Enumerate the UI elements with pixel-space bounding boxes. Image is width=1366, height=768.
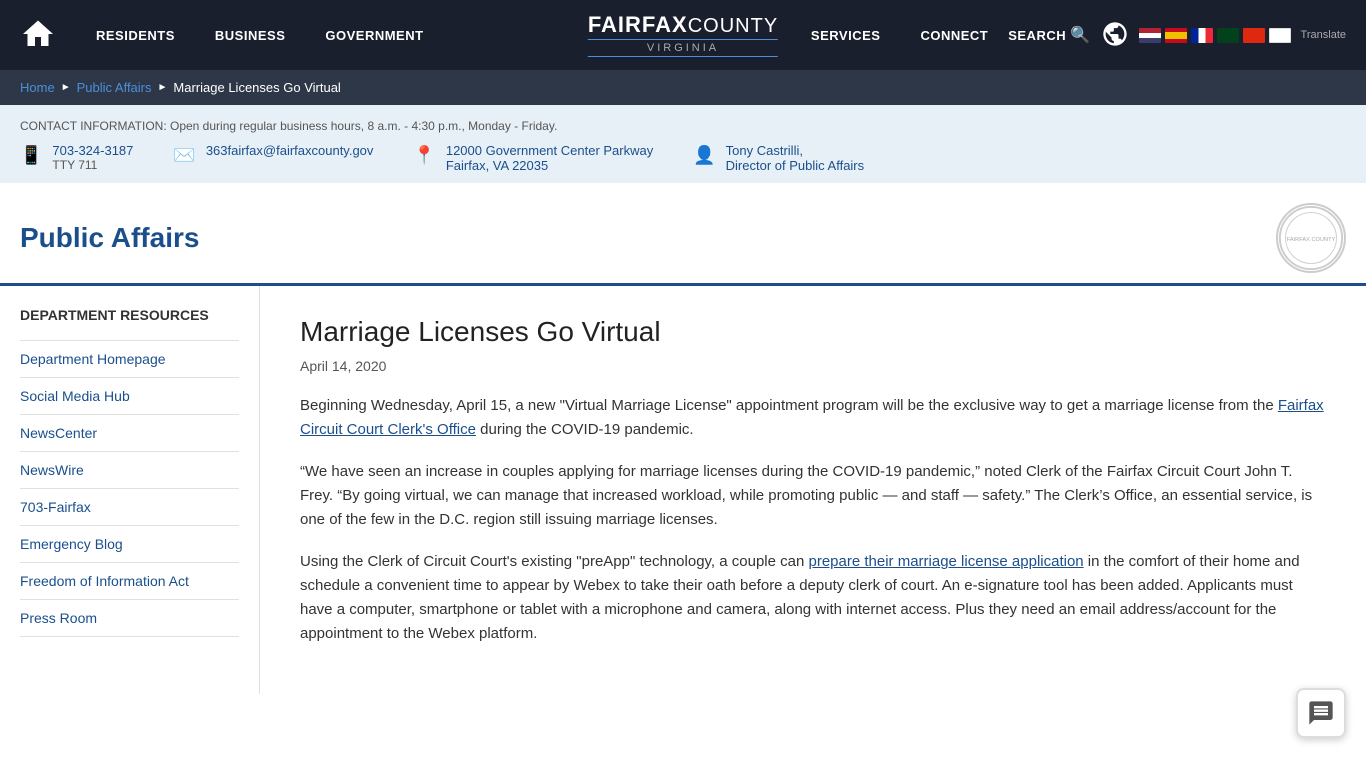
sidebar-link-newscenter[interactable]: NewsCenter <box>20 415 239 451</box>
sidebar-heading: DEPARTMENT RESOURCES <box>20 306 239 324</box>
translate-label[interactable]: Translate <box>1301 29 1346 41</box>
contact-info-text: CONTACT INFORMATION: Open during regular… <box>20 119 1346 133</box>
svg-text:FAIRFAX COUNTY: FAIRFAX COUNTY <box>1287 237 1336 243</box>
site-logo: FAIRFAXCOUNTY VIRGINIA <box>588 13 778 57</box>
page-title-section: Public Affairs FAIRFAX COUNTY <box>0 183 1366 286</box>
article-para-1: Beginning Wednesday, April 15, a new "Vi… <box>300 394 1326 442</box>
location-icon: 📍 <box>413 145 435 166</box>
search-button[interactable]: SEARCH 🔍 <box>1008 25 1090 45</box>
tty-text: TTY 711 <box>52 158 133 172</box>
court-link[interactable]: Fairfax Circuit Court Clerk's Office <box>300 397 1324 438</box>
language-flags <box>1139 28 1291 43</box>
breadcrumb-sep-2: ► <box>158 82 168 93</box>
flag-korean[interactable] <box>1269 28 1291 43</box>
breadcrumb-parent[interactable]: Public Affairs <box>77 80 152 95</box>
globe-icon <box>1101 20 1129 48</box>
person-icon: 👤 <box>693 145 715 166</box>
article-title: Marriage Licenses Go Virtual <box>300 316 1326 348</box>
breadcrumb-sep-1: ► <box>61 82 71 93</box>
phone-icon: 📱 <box>20 145 42 166</box>
sidebar-link-emergency-blog[interactable]: Emergency Blog <box>20 526 239 562</box>
director-title: Director of Public Affairs <box>726 158 864 173</box>
globe-button[interactable] <box>1101 20 1129 51</box>
sidebar-item-newscenter[interactable]: NewsCenter <box>20 415 239 452</box>
email-icon: ✉️ <box>173 145 195 166</box>
article-content: Marriage Licenses Go Virtual April 14, 2… <box>260 286 1366 694</box>
flag-chinese[interactable] <box>1243 28 1265 43</box>
article-para-3: Using the Clerk of Circuit Court's exist… <box>300 550 1326 646</box>
flag-french[interactable] <box>1191 28 1213 43</box>
phone-link[interactable]: 703-324-3187 <box>52 143 133 158</box>
address-line2: Fairfax, VA 22035 <box>446 158 653 173</box>
sidebar-link-703-fairfax[interactable]: 703-Fairfax <box>20 489 239 525</box>
sidebar-links: Department Homepage Social Media Hub New… <box>20 340 239 637</box>
nav-government[interactable]: GOVERNMENT <box>305 0 443 70</box>
breadcrumb: Home ► Public Affairs ► Marriage License… <box>0 70 1366 105</box>
article-para-2: “We have seen an increase in couples app… <box>300 460 1326 532</box>
home-icon <box>20 16 56 52</box>
county-seal: FAIRFAX COUNTY <box>1276 203 1346 273</box>
nav-business[interactable]: BUSINESS <box>195 0 305 70</box>
sidebar-item-emergency-blog[interactable]: Emergency Blog <box>20 526 239 563</box>
article-date: April 14, 2020 <box>300 358 1326 374</box>
director-name: Tony Castrilli, <box>726 143 864 158</box>
sidebar-link-newswire[interactable]: NewsWire <box>20 452 239 488</box>
home-button[interactable] <box>20 16 56 55</box>
main-layout: DEPARTMENT RESOURCES Department Homepage… <box>0 286 1366 694</box>
sidebar: DEPARTMENT RESOURCES Department Homepage… <box>0 286 260 694</box>
nav-services[interactable]: SERVICES <box>791 0 901 70</box>
nav-residents[interactable]: RESIDENTS <box>76 0 195 70</box>
sidebar-item-foia[interactable]: Freedom of Information Act <box>20 563 239 600</box>
seal-image: FAIRFAX COUNTY <box>1278 203 1344 273</box>
contact-email: ✉️ 363fairfax@fairfaxcounty.gov <box>173 143 373 166</box>
header-right: SEARCH 🔍 Translate <box>1008 20 1346 51</box>
contact-items: 📱 703-324-3187 TTY 711 ✉️ 363fairfax@fai… <box>20 143 1346 173</box>
sidebar-item-press-room[interactable]: Press Room <box>20 600 239 637</box>
sidebar-link-social-media[interactable]: Social Media Hub <box>20 378 239 414</box>
chat-button[interactable] <box>1296 688 1346 738</box>
contact-address: 📍 12000 Government Center Parkway Fairfa… <box>413 143 653 173</box>
sidebar-link-press-room[interactable]: Press Room <box>20 600 239 636</box>
address-line1: 12000 Government Center Parkway <box>446 143 653 158</box>
breadcrumb-current: Marriage Licenses Go Virtual <box>173 80 340 95</box>
contact-bar: CONTACT INFORMATION: Open during regular… <box>0 105 1366 183</box>
search-icon: 🔍 <box>1070 25 1090 45</box>
sidebar-item-dept-homepage[interactable]: Department Homepage <box>20 341 239 378</box>
flag-urdu[interactable] <box>1217 28 1239 43</box>
header: RESIDENTS BUSINESS GOVERNMENT FAIRFAXCOU… <box>0 0 1366 70</box>
flag-spanish[interactable] <box>1165 28 1187 43</box>
contact-director: 👤 Tony Castrilli, Director of Public Aff… <box>693 143 864 173</box>
sidebar-link-foia[interactable]: Freedom of Information Act <box>20 563 239 599</box>
contact-phone: 📱 703-324-3187 TTY 711 <box>20 143 133 172</box>
page-title: Public Affairs <box>20 222 199 254</box>
flag-english[interactable] <box>1139 28 1161 43</box>
search-label: SEARCH <box>1008 28 1066 43</box>
email-link[interactable]: 363fairfax@fairfaxcounty.gov <box>206 143 374 158</box>
sidebar-item-newswire[interactable]: NewsWire <box>20 452 239 489</box>
preapp-link[interactable]: prepare their marriage license applicati… <box>808 553 1083 570</box>
sidebar-item-social-media[interactable]: Social Media Hub <box>20 378 239 415</box>
nav-right: SERVICES CONNECT <box>791 0 1008 70</box>
chat-icon <box>1307 699 1335 727</box>
breadcrumb-home[interactable]: Home <box>20 80 55 95</box>
sidebar-link-dept-homepage[interactable]: Department Homepage <box>20 341 239 377</box>
sidebar-item-703-fairfax[interactable]: 703-Fairfax <box>20 489 239 526</box>
nav-connect[interactable]: CONNECT <box>900 0 1008 70</box>
article-body: Beginning Wednesday, April 15, a new "Vi… <box>300 394 1326 646</box>
